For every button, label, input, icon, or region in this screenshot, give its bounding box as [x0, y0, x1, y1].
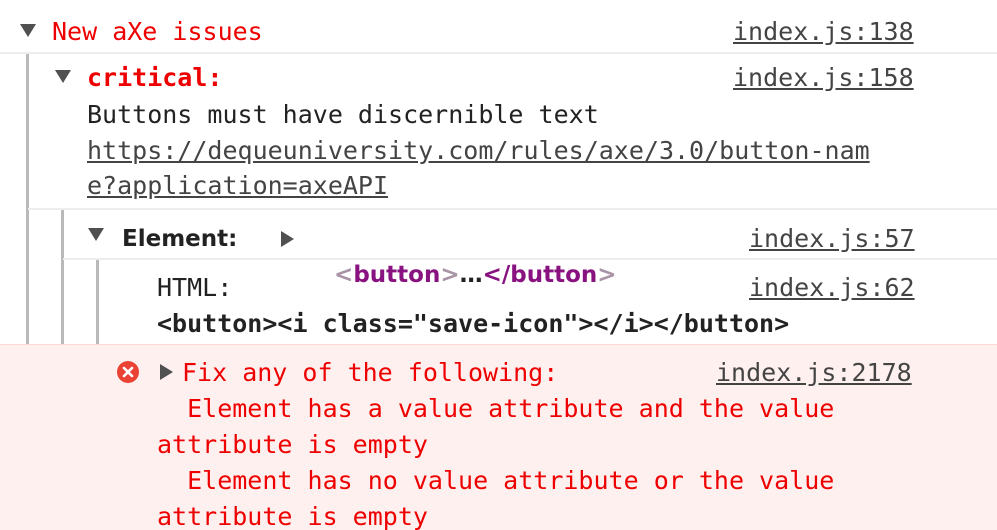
source-link-critical[interactable]: index.js:158: [733, 60, 914, 96]
fix-line-4: attribute is empty: [157, 502, 428, 530]
fix-title: Fix any of the following:: [182, 358, 559, 387]
group-title: New aXe issues: [52, 17, 263, 46]
element-row: Element: <button>…</button> index.js:57: [0, 210, 997, 288]
error-message: Fix any of the following: index.js:2178 …: [0, 344, 997, 530]
fix-line-3: Element has no value attribute or the va…: [157, 466, 835, 495]
console-group-header[interactable]: New aXe issues index.js:138: [0, 0, 997, 52]
source-link-html[interactable]: index.js:62: [749, 270, 915, 306]
html-code: <button><i class="save-icon"></i></butto…: [157, 309, 790, 338]
collapse-triangle-icon[interactable]: [281, 231, 294, 247]
severity-label: critical:: [87, 63, 223, 92]
collapse-triangle-icon[interactable]: [160, 364, 173, 380]
help-url-line1[interactable]: https://dequeuniversity.com/rules/axe/3.…: [87, 133, 870, 169]
critical-group: critical: index.js:158 Buttons must have…: [0, 54, 997, 208]
element-label: Element:: [122, 226, 238, 252]
source-link-fix[interactable]: index.js:2178: [716, 355, 912, 391]
issue-message: Buttons must have discernible text: [87, 100, 599, 129]
expand-triangle-icon[interactable]: [20, 24, 36, 37]
expand-triangle-icon[interactable]: [55, 70, 71, 83]
error-icon: [117, 361, 139, 383]
source-link-element[interactable]: index.js:57: [749, 221, 915, 257]
html-label: HTML:: [157, 273, 233, 302]
fix-line-2: attribute is empty: [157, 430, 428, 459]
help-url-line2[interactable]: e?application=axeAPI: [87, 168, 388, 204]
source-link-group[interactable]: index.js:138: [733, 14, 914, 50]
fix-line-1: Element has a value attribute and the va…: [157, 394, 835, 423]
html-row: HTML: index.js:62 <button><i class="save…: [0, 260, 997, 344]
expand-triangle-icon[interactable]: [88, 228, 104, 241]
